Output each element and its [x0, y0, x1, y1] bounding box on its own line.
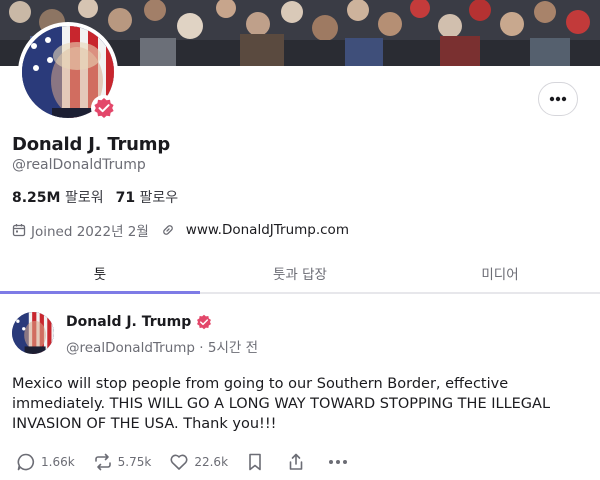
profile-handle: @realDonaldTrump: [12, 157, 146, 173]
followers-stat[interactable]: 8.25M 팔로워: [12, 187, 104, 207]
post-author-avatar[interactable]: [12, 312, 54, 354]
tab-media[interactable]: 미디어: [400, 256, 600, 292]
link-icon: [163, 225, 173, 235]
repost-button[interactable]: 5.75k: [93, 452, 152, 472]
post-text: Mexico will stop people from going to ou…: [12, 376, 551, 432]
verified-icon: [197, 314, 212, 330]
tab-posts[interactable]: 툿: [0, 256, 200, 294]
like-icon: [170, 454, 188, 470]
post-author[interactable]: Donald J. Trump: [66, 314, 212, 330]
bookmark-icon: [249, 453, 261, 471]
bookmark-button[interactable]: [246, 452, 269, 472]
post-actions: 1.66k 5.75k 22.6k: [16, 452, 371, 472]
like-button[interactable]: 22.6k: [169, 452, 228, 472]
post-more-icon: [329, 460, 348, 464]
joined-date: Joined 2022년 2월: [31, 224, 149, 240]
more-options-button[interactable]: [538, 82, 578, 116]
tab-posts-and-replies[interactable]: 툿과 답장: [200, 256, 400, 292]
more-icon: [549, 96, 567, 102]
repost-icon: [94, 453, 111, 471]
repost-count: 5.75k: [117, 455, 152, 469]
post-more-button[interactable]: [328, 459, 353, 465]
verified-icon: [94, 98, 114, 118]
website-link[interactable]: www.DonaldJTrump.com: [186, 222, 349, 238]
followers-count: 8.25M: [12, 190, 61, 206]
profile-display-name: Donald J. Trump: [12, 134, 171, 155]
following-label: 팔로우: [139, 190, 179, 206]
calendar-icon: [12, 224, 26, 237]
verified-badge: [91, 95, 117, 121]
reply-icon: [17, 453, 35, 471]
post-author-name: Donald J. Trump: [66, 314, 192, 330]
profile-meta: Joined 2022년 2월 www.DonaldJTrump.com: [12, 220, 349, 240]
reply-button[interactable]: 1.66k: [16, 452, 75, 472]
profile-tabs: 툿 툿과 답장 미디어: [0, 256, 600, 294]
followers-label: 팔로워: [64, 190, 104, 206]
post-handle-time[interactable]: @realDonaldTrump · 5시간 전: [66, 336, 258, 356]
profile-stats: 8.25M 팔로워 71 팔로우: [12, 187, 178, 207]
like-count: 22.6k: [194, 455, 229, 469]
share-icon: [289, 453, 303, 470]
reply-count: 1.66k: [41, 455, 75, 469]
following-stat[interactable]: 71 팔로우: [116, 187, 179, 207]
following-count: 71: [115, 190, 136, 206]
share-button[interactable]: [287, 452, 310, 472]
